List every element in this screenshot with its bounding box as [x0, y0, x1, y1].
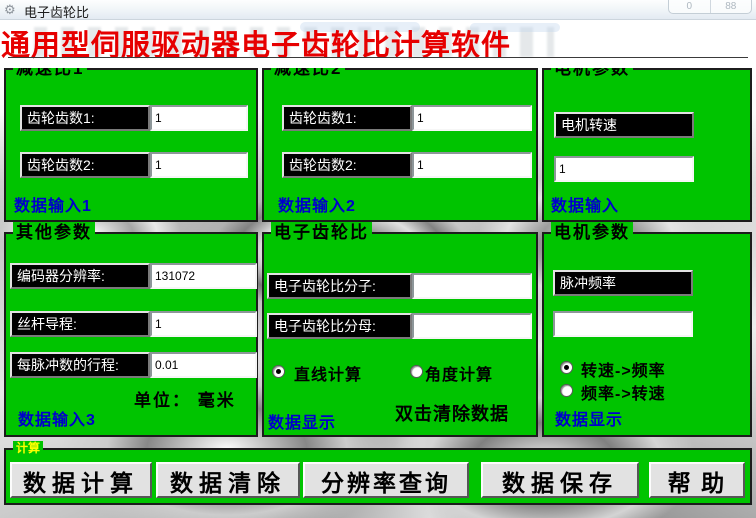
groupbox-title: 其他参数: [13, 222, 95, 243]
groupbox-motor-params-input: 电机参数 电机转速 数据输入: [542, 68, 752, 222]
speed-to-freq-radio[interactable]: [560, 361, 573, 374]
background-window-cell: 88: [711, 0, 752, 13]
pulse-frequency-label: 脉冲频率: [553, 270, 693, 296]
gear-teeth1-label: 齿轮齿数1:: [282, 105, 412, 131]
resolution-query-button[interactable]: 分辨率查询: [303, 462, 469, 498]
gear-teeth2-label: 齿轮齿数2:: [20, 152, 150, 178]
double-click-clear-hint: 双击清除数据: [395, 400, 509, 426]
data-save-button[interactable]: 数据保存: [481, 462, 639, 498]
linear-calc-radio-label[interactable]: 直线计算: [294, 361, 362, 385]
pulse-frequency-input[interactable]: [553, 311, 693, 337]
gear-ratio-denominator-label: 电子齿轮比分母:: [267, 313, 412, 339]
groupbox-calculate: 计算 数据计算 数据清除 分辨率查询 数据保存 帮 助: [4, 448, 752, 505]
data-display-label: 数据显示: [555, 406, 623, 430]
data-input1-label: 数据输入1: [14, 192, 92, 216]
travel-per-pulse-label: 每脉冲数的行程:: [10, 352, 150, 378]
data-calculate-button[interactable]: 数据计算: [10, 462, 152, 498]
groupbox-title: 电子齿轮比: [271, 222, 372, 243]
angle-calc-radio[interactable]: [410, 365, 423, 378]
data-clear-button[interactable]: 数据清除: [156, 462, 300, 498]
groupbox-title: 电机参数: [551, 222, 633, 243]
linear-calc-radio[interactable]: [272, 365, 285, 378]
titlebar: ⚙ 电子齿轮比 0 88: [0, 0, 756, 20]
angle-calc-radio-label[interactable]: 角度计算: [425, 361, 493, 385]
data-input-label: 数据输入: [551, 192, 619, 216]
groupbox-electronic-gear-ratio: 电子齿轮比 电子齿轮比分子: 电子齿轮比分母: 直线计算 角度计算 双击清除数据…: [262, 232, 538, 437]
groupbox-reduction-ratio-1: 减速比1 齿轮齿数1: 齿轮齿数2: 数据输入1: [4, 68, 258, 222]
groupbox-other-params: 其他参数 编码器分辨率: 丝杆导程: 每脉冲数的行程: 单位： 毫米 数据输入3: [4, 232, 258, 437]
gear-ratio-numerator-label: 电子齿轮比分子:: [267, 273, 412, 299]
encoder-resolution-input[interactable]: [150, 263, 257, 289]
unit-label: 单位： 毫米: [134, 386, 236, 411]
data-display-label: 数据显示: [268, 409, 336, 433]
groupbox-motor-params-output: 电机参数 脉冲频率 转速->频率 频率->转速 数据显示: [542, 232, 752, 437]
groupbox-title: 计算: [13, 441, 43, 456]
freq-to-speed-radio-label[interactable]: 频率->转速: [581, 380, 666, 404]
gear-teeth2-input[interactable]: [412, 152, 532, 178]
background-window-cell: 0: [669, 0, 711, 13]
motor-speed-label: 电机转速: [554, 112, 694, 138]
groupbox-reduction-ratio-2: 减速比2 齿轮齿数1: 齿轮齿数2: 数据输入2: [262, 68, 538, 222]
window-title: 电子齿轮比: [24, 2, 89, 21]
screw-lead-input[interactable]: [150, 311, 257, 337]
screw-lead-label: 丝杆导程:: [10, 311, 150, 337]
gear-ratio-numerator-input[interactable]: [412, 273, 532, 299]
speed-to-freq-radio-label[interactable]: 转速->频率: [581, 357, 666, 381]
header-divider: [8, 57, 748, 58]
travel-per-pulse-input[interactable]: [150, 352, 257, 378]
header: 通用型伺服驱动器电子齿轮比计算软件: [0, 20, 756, 68]
freq-to-speed-radio[interactable]: [560, 384, 573, 397]
encoder-resolution-label: 编码器分辨率:: [10, 263, 150, 289]
gear-teeth2-label: 齿轮齿数2:: [282, 152, 412, 178]
motor-speed-input[interactable]: [554, 156, 694, 182]
gear-teeth2-input[interactable]: [150, 152, 248, 178]
gear-teeth1-input[interactable]: [412, 105, 532, 131]
help-button[interactable]: 帮 助: [649, 462, 745, 498]
gear-ratio-denominator-input[interactable]: [412, 313, 532, 339]
data-input2-label: 数据输入2: [278, 192, 356, 216]
app-window: ⚙ 电子齿轮比 0 88 通用型伺服驱动器电子齿轮比计算软件 减速比1 齿轮齿数…: [0, 0, 756, 518]
gear-teeth1-input[interactable]: [150, 105, 248, 131]
gear-teeth1-label: 齿轮齿数1:: [20, 105, 150, 131]
data-input3-label: 数据输入3: [18, 406, 96, 430]
app-gear-icon[interactable]: ⚙: [4, 1, 20, 17]
background-window-fragment: 0 88: [668, 0, 752, 14]
